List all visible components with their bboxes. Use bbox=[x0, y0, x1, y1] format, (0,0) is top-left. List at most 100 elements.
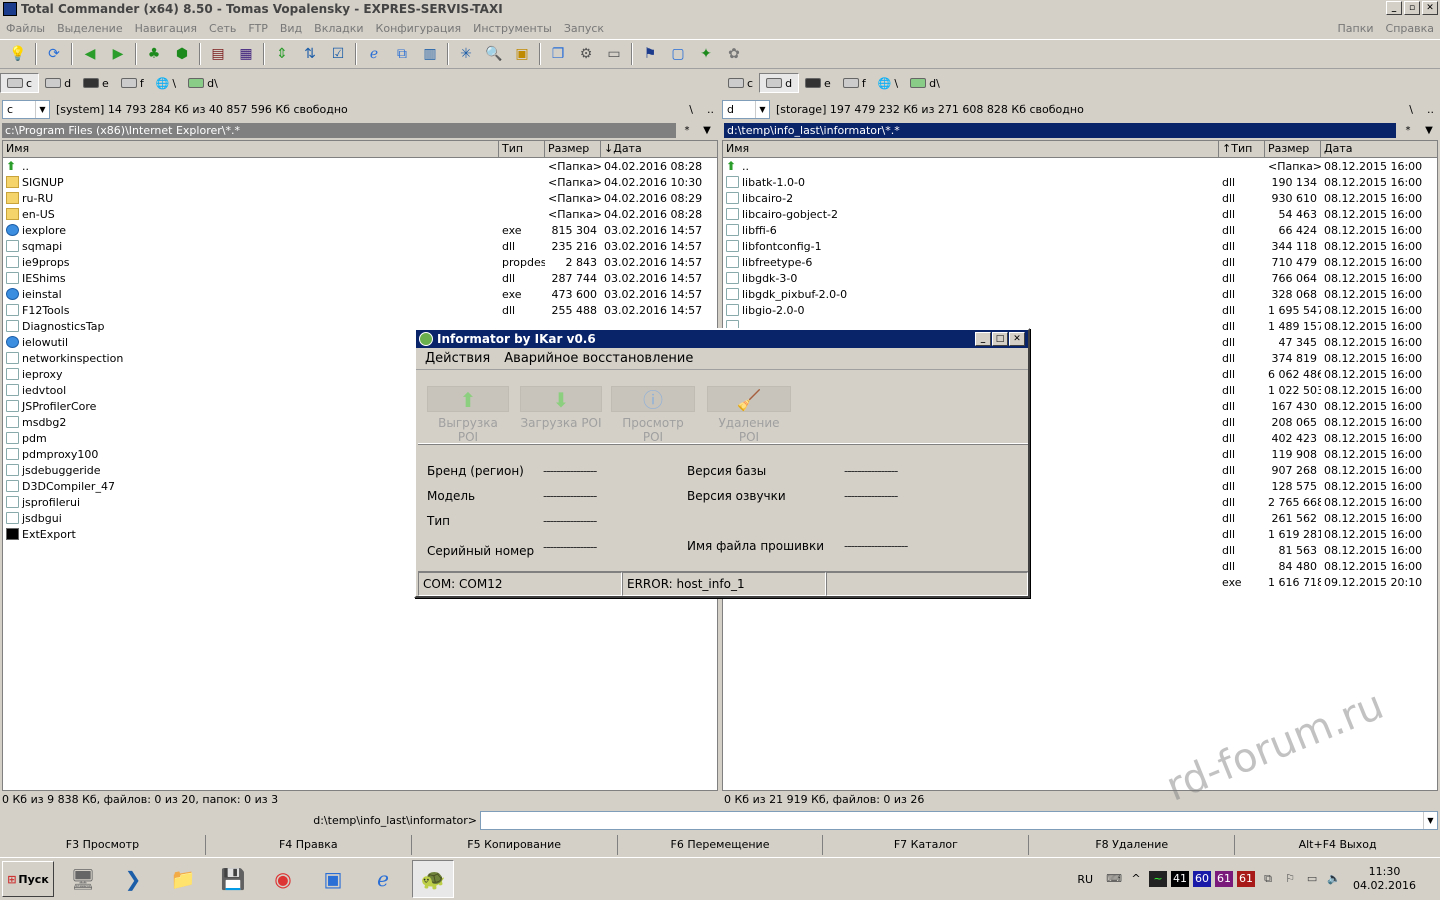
start-button[interactable]: ⊞ Пуск bbox=[2, 861, 54, 897]
upload-poi-button[interactable]: ⬆ Выгрузка POI bbox=[427, 386, 509, 444]
menu-tools[interactable]: Инструменты bbox=[467, 22, 558, 35]
taskbar-computer-icon[interactable]: 🖥 bbox=[62, 860, 104, 898]
flag-icon[interactable]: ⚐ bbox=[1281, 871, 1299, 887]
col-date[interactable]: Дата bbox=[1321, 141, 1437, 157]
file-row[interactable]: en-US <Папка> 04.02.2016 08:28 bbox=[3, 206, 717, 222]
refresh-icon[interactable]: ⟳ bbox=[42, 42, 66, 66]
drive-d-button[interactable]: d bbox=[39, 73, 77, 93]
network-drive-button[interactable]: 🌐 \ bbox=[872, 73, 904, 93]
right-up-button[interactable]: .. bbox=[1427, 103, 1434, 116]
sort-icon[interactable]: ⇅ bbox=[298, 42, 322, 66]
right-drive-select[interactable]: d ▼ bbox=[722, 100, 770, 119]
back-icon[interactable]: ◀ bbox=[78, 42, 102, 66]
tray-temp-4[interactable]: 61 bbox=[1237, 871, 1256, 887]
chevron-down-icon[interactable]: ▼ bbox=[1423, 811, 1437, 829]
drive-e-button[interactable]: e bbox=[799, 73, 837, 93]
display-icon[interactable]: ▢ bbox=[666, 42, 690, 66]
drive-f-button[interactable]: f bbox=[837, 73, 872, 93]
drive-d-button[interactable]: d bbox=[759, 73, 800, 93]
view-poi-button[interactable]: ⓘ Просмотр POI bbox=[611, 386, 695, 444]
f3-view-button[interactable]: F3 Просмотр bbox=[0, 835, 206, 855]
book-icon[interactable]: ▦ bbox=[234, 42, 258, 66]
display-icon[interactable]: ▭ bbox=[1303, 871, 1321, 887]
file-row[interactable]: sqmapi dll 235 216 03.02.2016 14:57 bbox=[3, 238, 717, 254]
menu-ftp[interactable]: FTP bbox=[242, 22, 274, 35]
drive-c-button[interactable]: c bbox=[0, 73, 40, 93]
menu-help[interactable]: Справка bbox=[1380, 22, 1440, 35]
select-icon[interactable]: ✳ bbox=[454, 42, 478, 66]
left-up-button[interactable]: .. bbox=[707, 103, 714, 116]
monitor-icon[interactable]: ~ bbox=[1149, 871, 1168, 887]
dialog-minimize-button[interactable]: _ bbox=[975, 332, 991, 346]
left-dropdown-button[interactable]: ▼ bbox=[698, 123, 716, 138]
clock[interactable]: 11:30 04.02.2016 bbox=[1353, 865, 1416, 893]
col-name[interactable]: Имя bbox=[3, 141, 499, 157]
dialog-close-button[interactable]: ✕ bbox=[1009, 332, 1025, 346]
file-row[interactable]: libffi-6 dll 66 424 08.12.2015 16:00 bbox=[723, 222, 1437, 238]
books-icon[interactable]: ▤ bbox=[206, 42, 230, 66]
f8-delete-button[interactable]: F8 Удаление bbox=[1029, 835, 1236, 855]
app-icon[interactable] bbox=[3, 2, 17, 16]
f7-mkdir-button[interactable]: F7 Каталог bbox=[823, 835, 1030, 855]
tray-temp-2[interactable]: 60 bbox=[1193, 871, 1212, 887]
menu-recovery[interactable]: Аварийное восстановление bbox=[504, 351, 693, 366]
network-icon[interactable]: ⧉ bbox=[1259, 871, 1277, 887]
col-size[interactable]: Размер bbox=[1265, 141, 1321, 157]
right-dropdown-button[interactable]: ▼ bbox=[1420, 123, 1438, 138]
netdrive-d-button[interactable]: d\ bbox=[904, 73, 946, 93]
taskbar-powershell-icon[interactable]: ❯ bbox=[112, 860, 154, 898]
file-row[interactable]: ie9propspropdesc 2 843 03.02.2016 14:57 bbox=[3, 254, 717, 270]
grid-icon[interactable]: ▥ bbox=[418, 42, 442, 66]
language-indicator[interactable]: RU bbox=[1077, 873, 1093, 886]
file-row[interactable]: IEShims dll 287 744 03.02.2016 14:57 bbox=[3, 270, 717, 286]
close-button[interactable]: ✕ bbox=[1422, 1, 1438, 15]
col-date[interactable]: ↓Дата bbox=[601, 141, 717, 157]
forward-icon[interactable]: ▶ bbox=[106, 42, 130, 66]
left-root-button[interactable]: \ bbox=[689, 103, 693, 116]
menu-configuration[interactable]: Конфигурация bbox=[370, 22, 468, 35]
keyboard-icon[interactable]: ⌨ bbox=[1105, 871, 1123, 887]
file-row[interactable]: ieinstal exe 473 600 03.02.2016 14:57 bbox=[3, 286, 717, 302]
dialog-maximize-button[interactable]: □ bbox=[992, 332, 1008, 346]
left-path-bar[interactable]: c:\Program Files (x86)\Internet Explorer… bbox=[2, 123, 676, 138]
file-row[interactable]: libatk-1.0-0 dll 190 134 08.12.2015 16:00 bbox=[723, 174, 1437, 190]
tools-icon[interactable]: ✦ bbox=[694, 42, 718, 66]
plugin-icon[interactable]: ✿ bbox=[722, 42, 746, 66]
minimize-button[interactable]: _ bbox=[1386, 1, 1402, 15]
file-row[interactable]: libcairo-2 dll 930 610 08.12.2015 16:00 bbox=[723, 190, 1437, 206]
unpack-icon[interactable]: ⬢ bbox=[170, 42, 194, 66]
right-history-button[interactable]: * bbox=[1399, 123, 1417, 138]
file-row[interactable]: ⬆.. <Папка> 04.02.2016 08:28 bbox=[3, 158, 717, 174]
sync-icon[interactable]: ⇕ bbox=[270, 42, 294, 66]
volume-icon[interactable]: 🔈 bbox=[1325, 871, 1343, 887]
search-icon[interactable]: 🔍 bbox=[482, 42, 506, 66]
menu-tabs[interactable]: Вкладки bbox=[308, 22, 369, 35]
ie-icon[interactable]: ℯ bbox=[362, 42, 386, 66]
title-bar[interactable]: Total Commander (x64) 8.50 - Tomas Vopal… bbox=[0, 0, 1440, 18]
left-drive-select[interactable]: c ▼ bbox=[2, 100, 50, 119]
tray-temp-1[interactable]: 41 bbox=[1171, 871, 1190, 887]
maximize-button[interactable]: ▫ bbox=[1404, 1, 1420, 15]
view-icon[interactable]: ▣ bbox=[510, 42, 534, 66]
drive-c-button[interactable]: c bbox=[722, 73, 759, 93]
lightbulb-icon[interactable]: 💡 bbox=[6, 42, 30, 66]
file-row[interactable]: libgio-2.0-0 dll 1 695 547 08.12.2015 16:00 bbox=[723, 302, 1437, 318]
network-icon[interactable]: ⧉ bbox=[390, 42, 414, 66]
taskbar-informator-icon[interactable]: 🐢 bbox=[412, 860, 454, 898]
netdrive-d-button[interactable]: d\ bbox=[182, 73, 224, 93]
taskbar-ie-icon[interactable]: ℯ bbox=[362, 860, 404, 898]
check-icon[interactable]: ☑ bbox=[326, 42, 350, 66]
file-row[interactable]: libfreetype-6 dll 710 479 08.12.2015 16:00 bbox=[723, 254, 1437, 270]
f5-copy-button[interactable]: F5 Копирование bbox=[412, 835, 618, 855]
col-name[interactable]: Имя bbox=[723, 141, 1219, 157]
file-row[interactable]: libcairo-gobject-2 dll 54 463 08.12.2015 16… bbox=[723, 206, 1437, 222]
taskbar-remote-icon[interactable]: ▣ bbox=[312, 860, 354, 898]
taskbar-explorer-icon[interactable]: 📁 bbox=[162, 860, 204, 898]
file-row[interactable]: F12Tools dll 255 488 03.02.2016 14:57 bbox=[3, 302, 717, 318]
calc-icon[interactable]: ▭ bbox=[602, 42, 626, 66]
file-row[interactable]: ru-RU <Папка> 04.02.2016 08:29 bbox=[3, 190, 717, 206]
menu-folders[interactable]: Папки bbox=[1332, 22, 1380, 35]
menu-selection[interactable]: Выделение bbox=[51, 22, 129, 35]
menu-files[interactable]: Файлы bbox=[0, 22, 51, 35]
settings-icon[interactable]: ⚙ bbox=[574, 42, 598, 66]
